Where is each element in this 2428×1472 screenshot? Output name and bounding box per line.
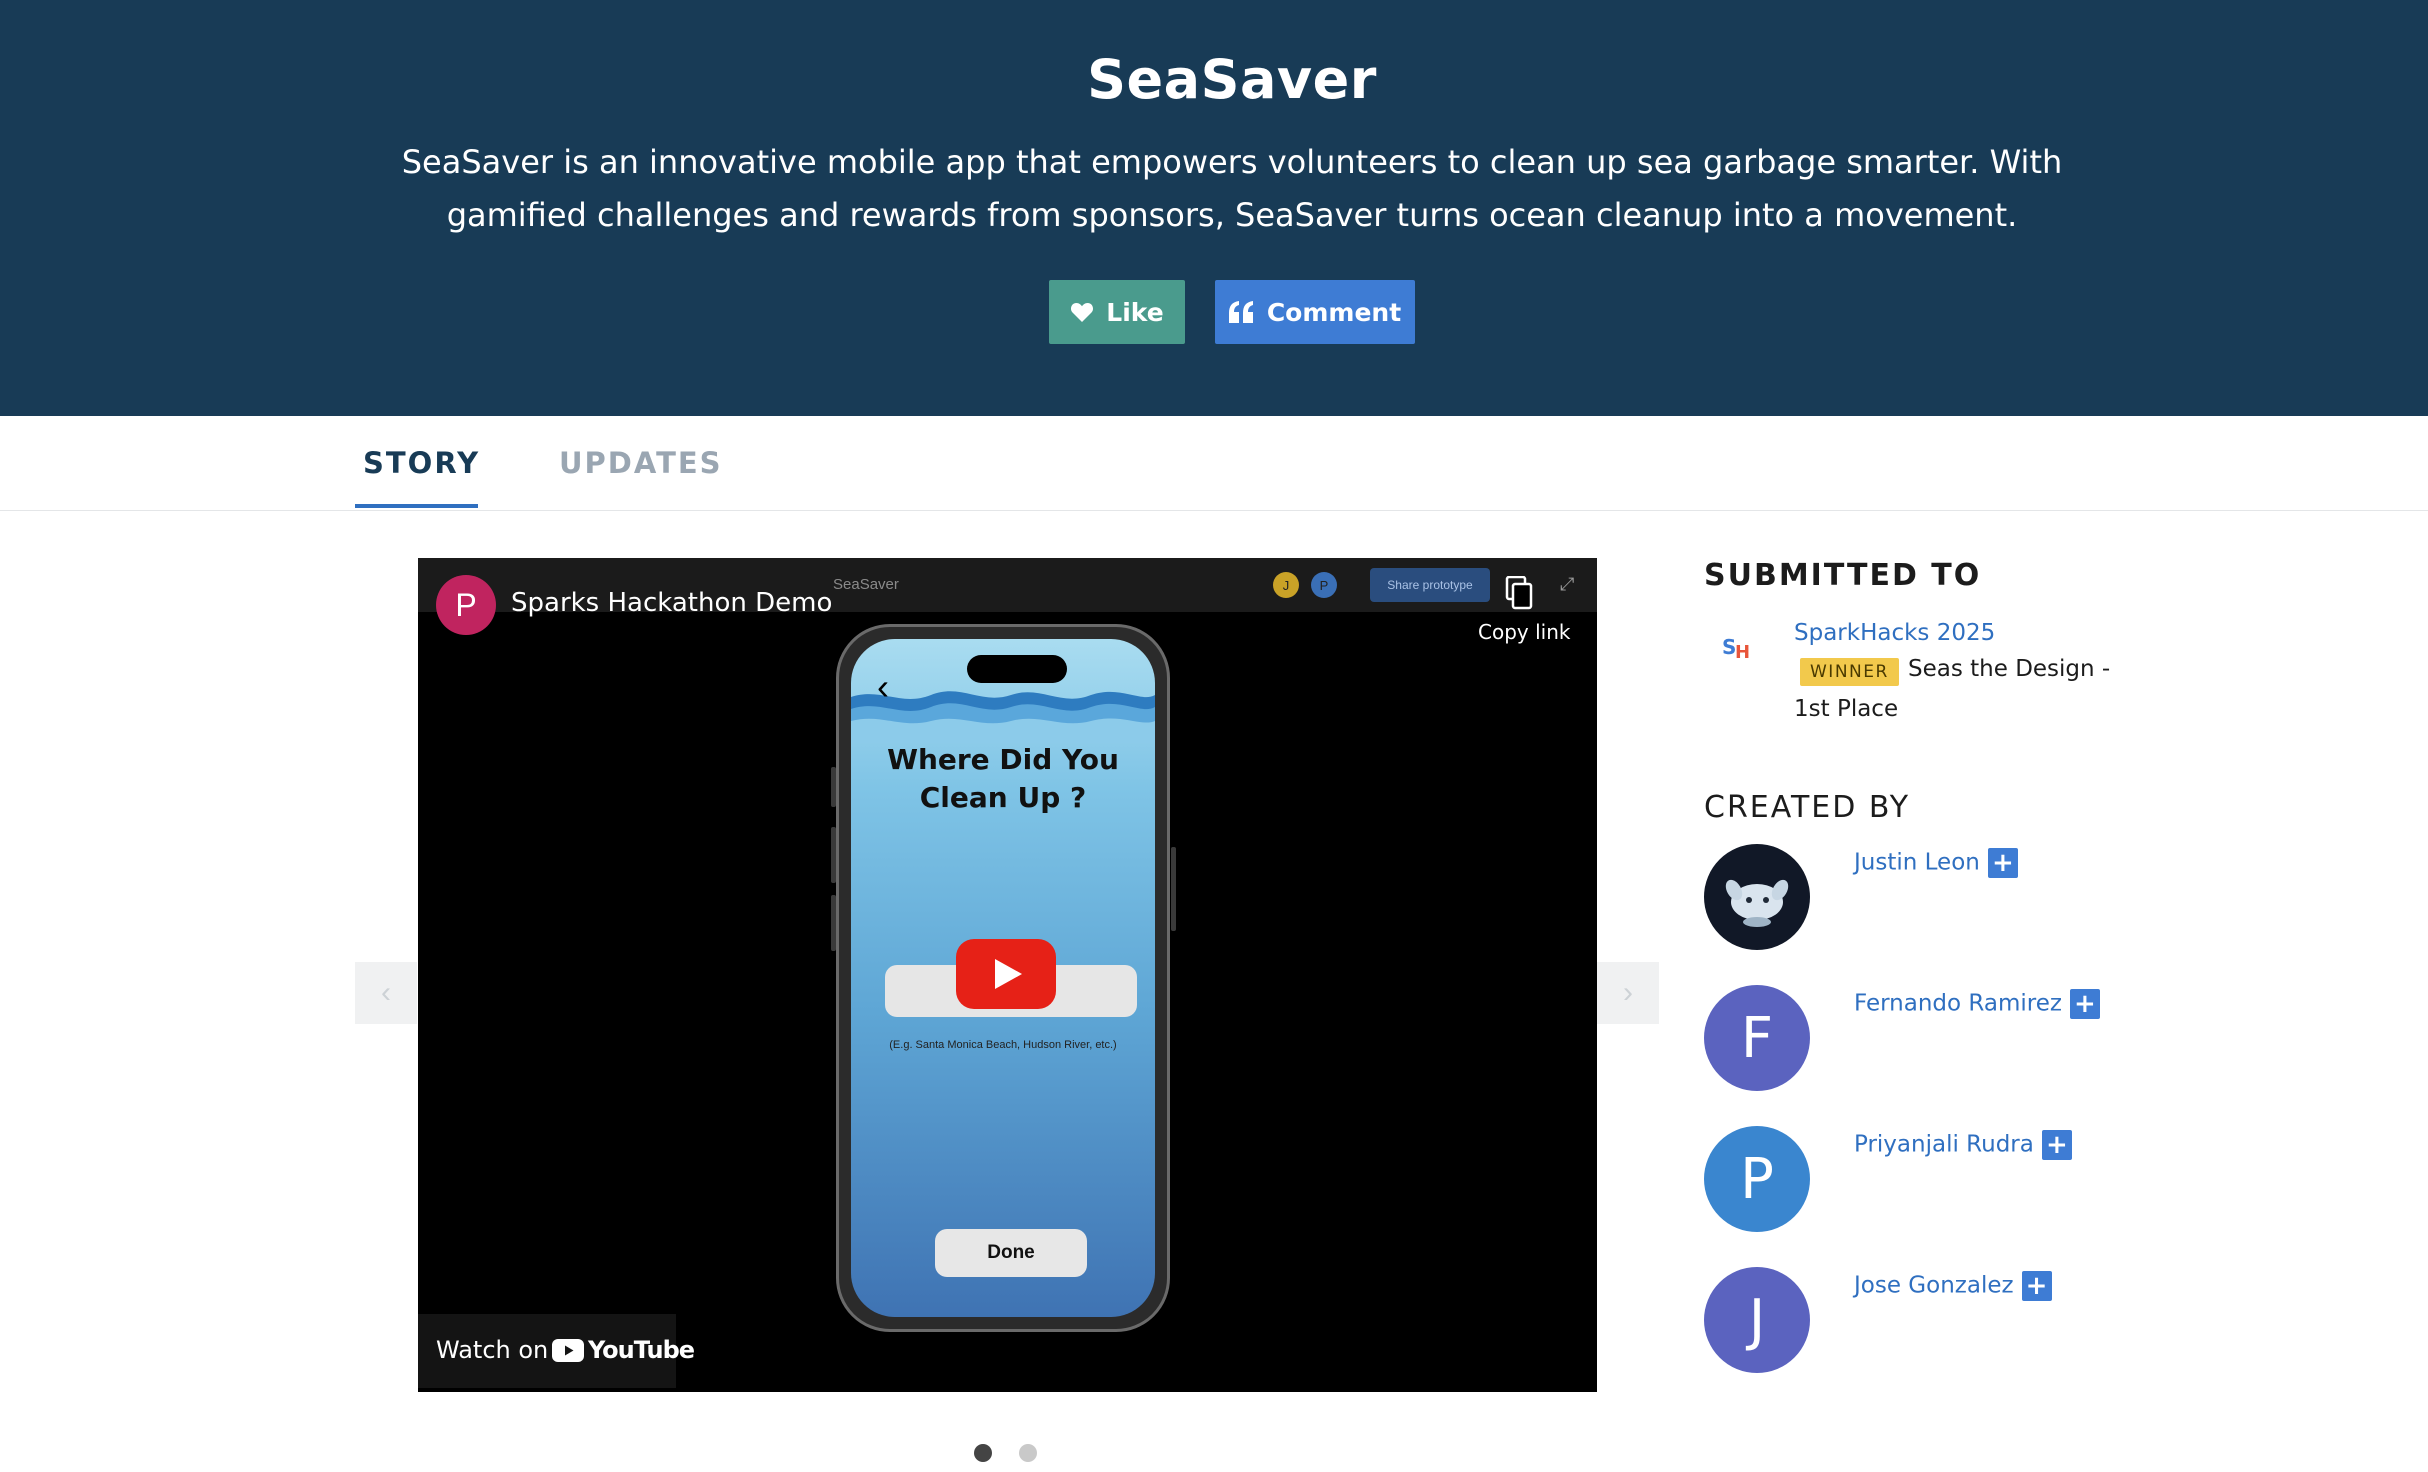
avatar[interactable]: J [1704,1267,1810,1373]
avatar[interactable]: F [1704,985,1810,1091]
prize-name-continued: 1st Place [1794,696,1899,722]
active-tab-indicator [355,504,478,508]
comment-button[interactable]: Comment [1215,280,1415,344]
member-name-label: Fernando Ramirez [1854,990,2062,1017]
quote-icon [1228,301,1255,323]
like-button[interactable]: Like [1049,280,1185,344]
expand-icon: ⤢ [1560,574,1575,594]
location-hint: (E.g. Santa Monica Beach, Hudson River, … [889,1039,1117,1051]
back-arrow-icon: ‹ [877,666,889,707]
done-button: Done [935,1229,1087,1277]
follow-plus-button[interactable]: + [2069,989,2100,1019]
hackathon-link[interactable]: SparkHacks 2025 [1794,620,1995,646]
youtube-logo: YouTube [552,1336,695,1364]
video-title[interactable]: Sparks Hackathon Demo [511,588,832,618]
page-title: SeaSaver [1087,48,1377,111]
follow-plus-button[interactable]: + [1987,848,2018,878]
phone-side-button [831,827,836,883]
copy-link-label[interactable]: Copy link [1478,620,1570,644]
watch-on-label: Watch on [436,1336,549,1364]
carousel-dot-2[interactable] [1019,1444,1037,1462]
member-name-fernando-ramirez[interactable]: Fernando Ramirez + [1854,989,2100,1019]
tab-bar: STORY UPDATES [0,416,2428,511]
submitted-to-heading: SUBMITTED TO [1704,558,1982,593]
carousel-dot-1[interactable] [974,1444,992,1462]
member-name-justin-leon[interactable]: Justin Leon + [1854,848,2018,878]
youtube-wordmark: YouTube [588,1336,695,1364]
comment-label: Comment [1266,297,1402,327]
phone-side-button [831,767,836,807]
member-name-jose-gonzalez[interactable]: Jose Gonzalez + [1854,1271,2052,1301]
prototype-user-avatar: J [1273,572,1299,598]
prototype-share-button: Share prototype [1370,568,1490,602]
member-name-label: Jose Gonzalez [1854,1272,2014,1299]
phone-notch [967,655,1067,683]
tab-story[interactable]: STORY [363,446,480,480]
heart-icon [1070,301,1094,323]
project-tagline: SeaSaver is an innovative mobile app tha… [401,143,2063,234]
winner-badge: WINNER [1800,658,1899,686]
member-name-label: Priyanjali Rudra [1854,1131,2034,1158]
prototype-name: SeaSaver [833,576,899,593]
prototype-user-avatar: P [1311,572,1337,598]
created-by-heading: CREATED BY [1704,790,1911,825]
video-player[interactable]: SeaSaver J P Share prototype P Sparks Ha… [418,558,1597,1392]
like-label: Like [1106,297,1164,327]
axolotl-avatar-image [1725,879,1789,927]
prize-name: Seas the Design - [1908,656,2111,682]
member-name-label: Justin Leon [1854,849,1980,876]
project-header: SeaSaver SeaSaver is an innovative mobil… [0,0,2428,416]
phone-side-button [831,895,836,951]
watch-on-youtube-link[interactable]: Watch on YouTube [418,1314,695,1388]
hackathon-logo[interactable]: SH [1720,630,1754,664]
waves-graphic [851,691,1155,743]
follow-plus-button[interactable]: + [2041,1130,2072,1160]
play-icon[interactable] [956,939,1056,1009]
channel-avatar[interactable]: P [436,575,496,635]
svg-text:H: H [1735,642,1750,663]
tab-updates[interactable]: UPDATES [559,446,723,480]
youtube-play-icon [552,1338,584,1362]
member-name-priyanjali-rudra[interactable]: Priyanjali Rudra + [1854,1130,2072,1160]
follow-plus-button[interactable]: + [2021,1271,2052,1301]
chevron-right-icon[interactable]: › [1597,962,1659,1024]
copy-icon[interactable] [1504,575,1534,615]
chevron-left-icon[interactable]: ‹ [355,962,417,1024]
avatar[interactable] [1704,844,1810,950]
avatar[interactable]: P [1704,1126,1810,1232]
screen-heading: Where Did You Clean Up ? [887,743,1119,814]
phone-side-button [1171,847,1176,931]
